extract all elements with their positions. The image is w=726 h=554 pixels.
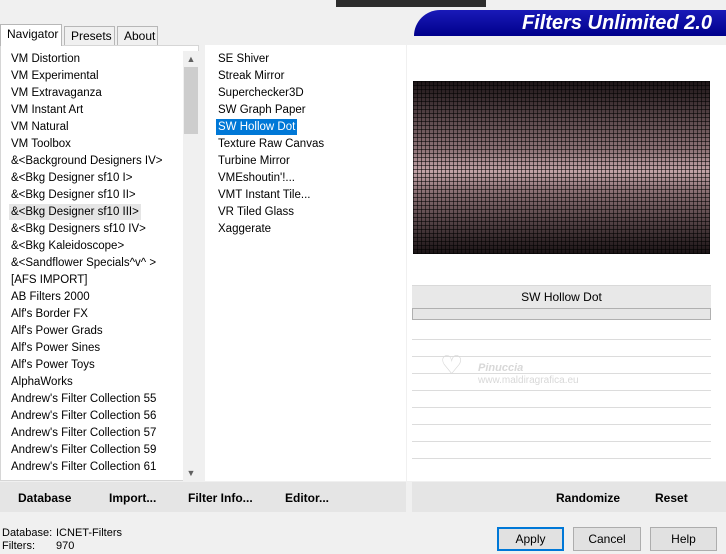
editor-button[interactable]: Editor... — [285, 491, 329, 505]
filter-list-item[interactable]: Superchecker3D — [216, 85, 306, 101]
import-button[interactable]: Import... — [109, 491, 156, 505]
category-list-item[interactable]: VM Instant Art — [9, 102, 85, 118]
app-title-banner: Filters Unlimited 2.0 — [414, 10, 726, 36]
category-list-item[interactable]: &<Bkg Designer sf10 I> — [9, 170, 134, 186]
window-top-edge — [336, 0, 486, 7]
filter-list-item[interactable]: Xaggerate — [216, 221, 273, 237]
category-scroll-thumb[interactable] — [184, 67, 198, 134]
database-value: ICNET-Filters — [56, 527, 122, 539]
filters-count-label: Filters: — [2, 540, 35, 552]
category-list-item[interactable]: VM Extravaganza — [9, 85, 104, 101]
category-list-item[interactable]: Andrew's Filter Collection 56 — [9, 408, 158, 424]
database-label: Database: — [2, 527, 53, 539]
category-list-item[interactable]: Andrew's Filter Collection 57 — [9, 425, 158, 441]
category-list-item[interactable]: [AFS IMPORT] — [9, 272, 89, 288]
tab-navigator[interactable]: Navigator — [0, 24, 62, 46]
category-list-item[interactable]: &<Background Designers IV> — [9, 153, 165, 169]
watermark: ♡ Pinuccia www.maldiragrafica.eu — [440, 350, 620, 390]
category-list-item[interactable]: AB Filters 2000 — [9, 289, 92, 305]
filter-list-item[interactable]: VR Tiled Glass — [216, 204, 296, 220]
category-list-item[interactable]: &<Bkg Designer sf10 III> — [9, 204, 141, 220]
filter-list-item[interactable]: Streak Mirror — [216, 68, 286, 84]
apply-button[interactable]: Apply — [497, 527, 564, 551]
parameter-row — [412, 441, 711, 442]
category-list-item[interactable]: Alf's Power Toys — [9, 357, 97, 373]
filter-list-item[interactable]: SE Shiver — [216, 51, 271, 67]
scroll-up-icon[interactable]: ▲ — [183, 51, 199, 67]
parameter-row — [412, 407, 711, 408]
randomize-button[interactable]: Randomize — [556, 491, 620, 505]
filter-list-item[interactable]: SW Graph Paper — [216, 102, 308, 118]
filter-list-item[interactable]: SW Hollow Dot — [216, 119, 298, 135]
scroll-down-icon[interactable]: ▼ — [183, 465, 199, 481]
database-button[interactable]: Database — [18, 491, 71, 505]
category-list-item[interactable]: Andrew's Filter Collection 55 — [9, 391, 158, 407]
parameter-row — [412, 458, 711, 459]
category-list-item[interactable]: Andrew's Filter Collection 59 — [9, 442, 158, 458]
filter-info-button[interactable]: Filter Info... — [188, 491, 253, 505]
filter-list-item[interactable]: Turbine Mirror — [216, 153, 292, 169]
filter-list-item[interactable]: VMT Instant Tile... — [216, 187, 312, 203]
category-list-item[interactable]: VM Experimental — [9, 68, 101, 84]
tab-about[interactable]: About — [117, 26, 158, 45]
category-list-item[interactable]: &<Bkg Kaleidoscope> — [9, 238, 126, 254]
watermark-url: www.maldiragrafica.eu — [478, 375, 579, 386]
category-list-item[interactable]: &<Sandflower Specials^v^ > — [9, 255, 158, 271]
category-list-item[interactable]: Alf's Power Sines — [9, 340, 102, 356]
category-list-item[interactable]: Alf's Power Grads — [9, 323, 105, 339]
category-list-item[interactable]: &<Bkg Designer sf10 II> — [9, 187, 138, 203]
watermark-name: Pinuccia — [478, 362, 524, 374]
parameter-row — [412, 424, 711, 425]
filter-progress-bar — [412, 308, 711, 320]
category-list-item[interactable]: AlphaWorks — [9, 374, 75, 390]
category-list-item[interactable]: VM Natural — [9, 119, 71, 135]
help-button[interactable]: Help — [650, 527, 717, 551]
tab-presets[interactable]: Presets — [64, 26, 115, 45]
parameter-row — [412, 339, 711, 340]
category-list-item[interactable]: Alf's Border FX — [9, 306, 90, 322]
selected-filter-name: SW Hollow Dot — [412, 285, 711, 308]
category-list-item[interactable]: Andrew's Filter Collection 61 — [9, 459, 158, 475]
parameter-row — [412, 390, 711, 391]
filter-list-item[interactable]: VMEshoutin'!... — [216, 170, 297, 186]
filter-list-item[interactable]: Texture Raw Canvas — [216, 136, 326, 152]
preview-image — [413, 81, 710, 254]
category-list-item[interactable]: VM Distortion — [9, 51, 82, 67]
cancel-button[interactable]: Cancel — [573, 527, 641, 551]
filters-count-value: 970 — [56, 540, 75, 552]
reset-button[interactable]: Reset — [655, 491, 688, 505]
watermark-heart-icon: ♡ — [440, 350, 464, 380]
category-list-item[interactable]: &<Bkg Designers sf10 IV> — [9, 221, 148, 237]
category-list-item[interactable]: VM Toolbox — [9, 136, 73, 152]
